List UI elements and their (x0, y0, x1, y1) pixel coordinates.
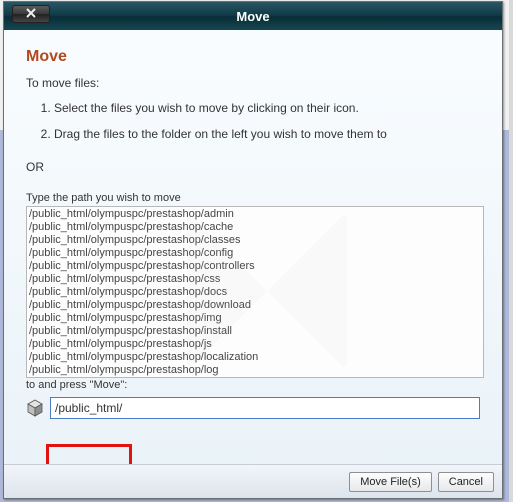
dialog-title: Move (4, 9, 502, 24)
dialog-footer: Move File(s) Cancel (4, 464, 502, 498)
or-label: OR (26, 160, 480, 174)
path-list-item[interactable]: /public_html/olympuspc/prestashop/admin (29, 208, 481, 221)
path-list-item[interactable]: /public_html/olympuspc/prestashop/mails (29, 377, 481, 378)
highlight-callout (46, 444, 132, 464)
path-list-item[interactable]: /public_html/olympuspc/prestashop/cache (29, 221, 481, 234)
move-files-button[interactable]: Move File(s) (349, 472, 432, 492)
path-list-item[interactable]: /public_html/olympuspc/prestashop/classe… (29, 234, 481, 247)
dialog-body: Move To move files: Select the files you… (4, 30, 502, 464)
path-list-item[interactable]: /public_html/olympuspc/prestashop/img (29, 312, 481, 325)
path-list-item[interactable]: /public_html/olympuspc/prestashop/locali… (29, 351, 481, 364)
cube-icon (26, 399, 44, 417)
close-icon (26, 7, 36, 21)
type-path-label: Type the path you wish to move (26, 192, 480, 204)
step-item: Select the files you wish to move by cli… (54, 100, 480, 116)
press-move-label: to and press "Move": (26, 379, 480, 391)
path-list-item[interactable]: /public_html/olympuspc/prestashop/instal… (29, 325, 481, 338)
close-button[interactable] (12, 5, 50, 23)
path-list-item[interactable]: /public_html/olympuspc/prestashop/js (29, 338, 481, 351)
path-list-item[interactable]: /public_html/olympuspc/prestashop/log (29, 364, 481, 377)
path-list-item[interactable]: /public_html/olympuspc/prestashop/contro… (29, 260, 481, 273)
dialog-titlebar: Move (4, 2, 502, 30)
cancel-button[interactable]: Cancel (438, 472, 494, 492)
path-listbox[interactable]: /public_html/olympuspc/prestashop/admin/… (26, 206, 484, 378)
move-dialog: Move Move To move files: Select the file… (3, 1, 503, 499)
path-list-item[interactable]: /public_html/olympuspc/prestashop/css (29, 273, 481, 286)
steps-list: Select the files you wish to move by cli… (26, 100, 480, 142)
step-item: Drag the files to the folder on the left… (54, 126, 480, 142)
heading: Move (26, 48, 480, 66)
destination-path-input[interactable] (50, 397, 480, 419)
intro-text: To move files: (26, 76, 480, 90)
path-list-item[interactable]: /public_html/olympuspc/prestashop/downlo… (29, 299, 481, 312)
path-list-item[interactable]: /public_html/olympuspc/prestashop/config (29, 247, 481, 260)
path-list-item[interactable]: /public_html/olympuspc/prestashop/docs (29, 286, 481, 299)
